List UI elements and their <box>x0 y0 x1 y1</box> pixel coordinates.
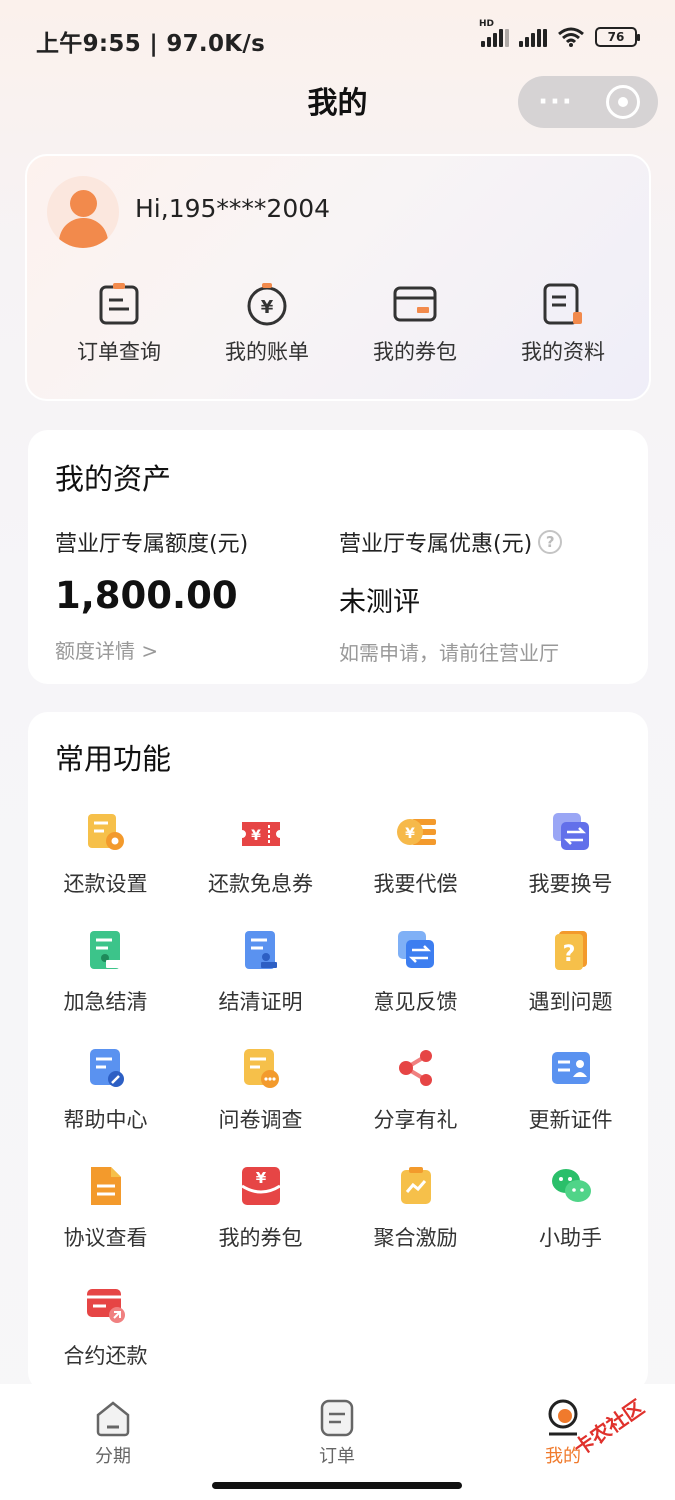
discount-label: 营业厅专属优惠(元) <box>339 532 533 557</box>
quota-detail-link[interactable]: 额度详情 > <box>55 635 248 664</box>
svg-text:¥: ¥ <box>261 297 274 318</box>
status-time: 上午9:55 | 97.0K/s <box>36 31 266 57</box>
settlement-proof-icon <box>244 931 277 969</box>
quick-action-my-bill[interactable]: ¥ 我的账单 <box>193 282 341 366</box>
feedback-icon <box>397 931 434 968</box>
function-help-center[interactable]: 帮助中心 <box>28 1046 183 1134</box>
discount-hint: 如需申请，请前往营业厅 <box>339 641 559 665</box>
function-compensation[interactable]: ¥ 我要代偿 <box>338 810 493 898</box>
avatar[interactable] <box>47 176 119 248</box>
compensation-icon: ¥ <box>396 819 436 845</box>
function-survey[interactable]: 问卷调查 <box>183 1046 338 1134</box>
help-center-icon <box>89 1049 124 1087</box>
agreement-icon <box>90 1167 121 1205</box>
svg-text:¥: ¥ <box>405 826 415 842</box>
home-indicator[interactable] <box>212 1482 462 1489</box>
user-greeting: Hi,195****2004 <box>135 194 331 223</box>
tab-orders[interactable]: 订单 <box>277 1398 397 1468</box>
mini-program-capsule: ··· <box>518 76 658 128</box>
function-repayment-settings[interactable]: 还款设置 <box>28 810 183 898</box>
function-assistant[interactable]: 小助手 <box>493 1164 648 1252</box>
order-tab-icon <box>320 1399 354 1437</box>
function-share-gift[interactable]: 分享有礼 <box>338 1046 493 1134</box>
contract-repayment-icon <box>86 1289 125 1323</box>
order-icon <box>99 283 139 325</box>
function-interest-free-coupon[interactable]: ¥ 还款免息券 <box>183 810 338 898</box>
function-change-number[interactable]: 我要换号 <box>493 810 648 898</box>
svg-text:¥: ¥ <box>251 828 261 844</box>
quota-label: 营业厅专属额度(元) <box>55 532 249 557</box>
tab-installment[interactable]: 分期 <box>53 1398 173 1468</box>
quota-value: 1,800.00 <box>55 574 238 617</box>
functions-title: 常用功能 <box>55 742 172 776</box>
quick-action-order-query[interactable]: 订单查询 <box>45 282 193 366</box>
assets-card: 我的资产 营业厅专属额度(元) 1,800.00 额度详情 > 营业厅专属优惠(… <box>28 430 648 684</box>
repayment-settings-icon <box>87 814 124 850</box>
profile-doc-icon <box>543 283 582 325</box>
share-icon <box>398 1050 432 1086</box>
profile-card: Hi,195****2004 订单查询 ¥ 我的账单 我的券包 我的资料 <box>25 154 651 401</box>
discount-section: 营业厅专属优惠(元) ? 未测评 如需申请，请前往营业厅 <box>339 526 563 666</box>
quick-action-coupon-wallet[interactable]: 我的券包 <box>341 282 489 366</box>
urgent-settlement-icon <box>89 931 122 969</box>
quota-section: 营业厅专属额度(元) 1,800.00 额度详情 > <box>55 526 248 664</box>
question-icon: ? <box>554 931 587 970</box>
svg-text:¥: ¥ <box>255 1169 266 1187</box>
assets-title: 我的资产 <box>55 462 172 496</box>
hd-signal-icon: HD <box>479 19 509 47</box>
function-my-coupon-pack[interactable]: ¥ 我的券包 <box>183 1164 338 1252</box>
svg-text:?: ? <box>562 942 575 967</box>
bill-icon: ¥ <box>247 283 287 326</box>
status-bar: 上午9:55 | 97.0K/s HD 76 <box>0 0 675 76</box>
status-icons: HD 76 <box>479 19 640 48</box>
discount-value: 未测评 <box>339 587 420 618</box>
function-update-id[interactable]: 更新证件 <box>493 1046 648 1134</box>
wifi-icon <box>558 27 584 47</box>
help-icon[interactable]: ? <box>538 530 563 554</box>
function-contract-repayment[interactable]: 合约还款 <box>28 1282 183 1370</box>
function-aggregate-incentive[interactable]: 聚合激励 <box>338 1164 493 1252</box>
wechat-assistant-icon <box>551 1169 591 1202</box>
incentive-icon <box>400 1167 431 1204</box>
battery-icon: 76 <box>595 27 640 47</box>
common-functions-card: 常用功能 还款设置 ¥ 还款免息券 ¥ 我要代偿 我要换号 加急结清 结清证明 … <box>28 712 648 1392</box>
signal-icon <box>519 27 547 47</box>
function-agreement-view[interactable]: 协议查看 <box>28 1164 183 1252</box>
coupon-pack-icon: ¥ <box>240 1167 281 1205</box>
id-card-icon <box>551 1052 590 1084</box>
function-urgent-settlement[interactable]: 加急结清 <box>28 928 183 1016</box>
change-number-icon <box>552 813 589 850</box>
function-feedback[interactable]: 意见反馈 <box>338 928 493 1016</box>
installment-home-icon <box>96 1401 130 1437</box>
function-encounter-problem[interactable]: ? 遇到问题 <box>493 928 648 1016</box>
discount-label-row: 营业厅专属优惠(元) ? <box>339 526 563 558</box>
coupon-card-icon <box>393 286 437 322</box>
more-button[interactable]: ··· <box>518 89 594 115</box>
survey-icon <box>243 1049 279 1088</box>
function-settlement-proof[interactable]: 结清证明 <box>183 928 338 1016</box>
close-mini-program-icon[interactable] <box>606 85 640 119</box>
quick-actions: 订单查询 ¥ 我的账单 我的券包 我的资料 <box>27 282 653 366</box>
quick-action-my-profile[interactable]: 我的资料 <box>489 282 637 366</box>
interest-free-coupon-icon: ¥ <box>241 822 280 846</box>
